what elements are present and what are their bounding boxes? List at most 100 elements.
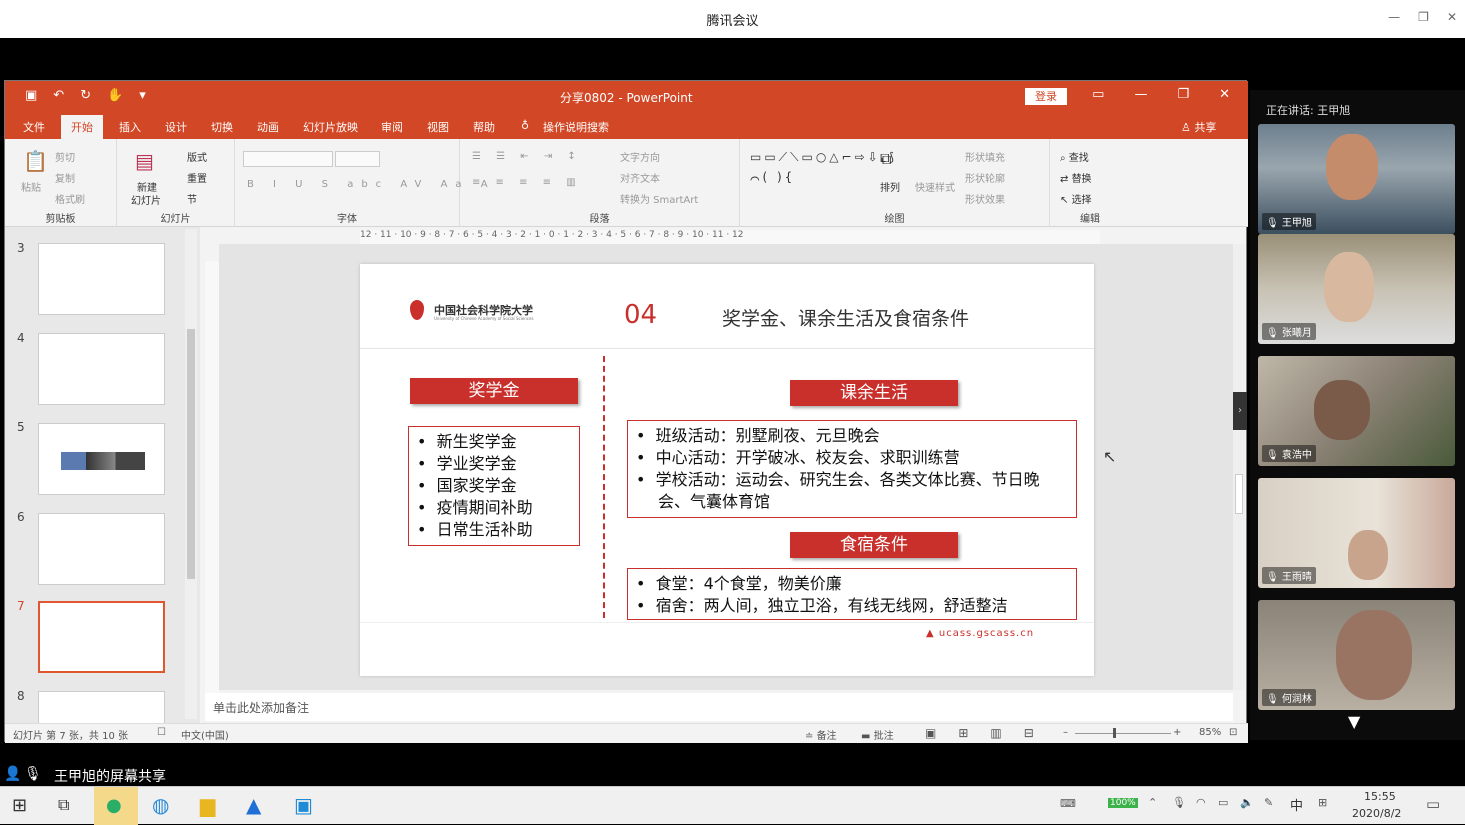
notes-pane[interactable]: 单击此处添加备注 — [205, 693, 1233, 721]
shape-effect-button[interactable]: 形状效果 — [965, 191, 1005, 206]
ppt-restore-icon[interactable]: ❐ — [1177, 87, 1189, 102]
scrollbar-thumb[interactable] — [187, 329, 195, 579]
slide-thumbnail-4[interactable] — [38, 333, 165, 405]
windows-start-icon[interactable]: ⊞ — [12, 795, 27, 816]
cut-button[interactable]: 剪切 — [55, 149, 75, 164]
tell-me-search[interactable]: 操作说明搜索 — [543, 119, 609, 135]
font-size-select[interactable] — [335, 151, 380, 167]
section-button[interactable]: 节 — [187, 191, 197, 206]
comments-toggle[interactable]: ▬ 批注 — [861, 727, 894, 742]
select-button[interactable]: ↖ 选择 — [1060, 191, 1092, 206]
list-buttons[interactable]: ☰ ☰ ⇤ ⇥ ↕ — [472, 151, 582, 162]
login-button[interactable]: 登录 — [1025, 88, 1067, 105]
wifi-icon[interactable]: ◠ — [1196, 796, 1206, 809]
accessibility-icon[interactable]: ☐ — [157, 727, 166, 738]
language-status[interactable]: 中文(中国) — [181, 727, 229, 742]
slide-thumbnail-5[interactable] — [38, 423, 165, 495]
task-view-icon[interactable]: ⧉ — [58, 795, 69, 815]
tab-insert[interactable]: 插入 — [119, 119, 141, 135]
text-direction-button[interactable]: 文字方向 — [620, 149, 660, 164]
view-buttons[interactable]: ▣⊞▥⊟ — [925, 726, 1056, 740]
slide-scrollbar[interactable] — [1233, 244, 1245, 690]
volume-icon[interactable]: 🔈 — [1240, 796, 1254, 809]
close-icon[interactable]: ✕ — [1447, 10, 1457, 24]
copy-button[interactable]: 复制 — [55, 170, 75, 185]
word-app-icon[interactable]: ▣ — [294, 793, 313, 817]
new-slide-icon[interactable]: ▤ — [135, 149, 154, 173]
browser-icon[interactable]: ◍ — [152, 793, 169, 817]
slide-thumbnail-8[interactable] — [38, 691, 165, 723]
replace-button[interactable]: ⇄ 替换 — [1060, 170, 1092, 185]
font-name-select[interactable] — [243, 151, 333, 167]
align-buttons[interactable]: ≡ ≡ ≡ ≡ ▥ — [472, 177, 582, 188]
shapes-gallery[interactable]: ▭▭⟋⟍▭○△⌐⇨⇩⌞⟆⌒( ){ — [750, 147, 894, 187]
slide-thumbnails-pane[interactable]: 3 4 5 6 7 8 — [5, 227, 200, 723]
find-button[interactable]: ⌕ 查找 — [1060, 149, 1089, 164]
paste-icon[interactable]: 📋 — [23, 149, 48, 173]
font-format-buttons[interactable]: B I U S abc AV Aa A — [247, 179, 496, 190]
wechat-app[interactable]: ● — [94, 787, 138, 825]
clock-date[interactable]: 2020/8/2 — [1352, 807, 1401, 820]
save-icon[interactable]: ▣ — [25, 88, 37, 103]
zoom-level[interactable]: 85% — [1199, 727, 1221, 738]
zoom-slider-thumb[interactable] — [1113, 728, 1116, 738]
video-tile[interactable]: 🎙 张曦月 — [1258, 234, 1455, 344]
tab-help[interactable]: 帮助 — [473, 119, 495, 135]
fit-window-icon[interactable]: ⊡ — [1229, 727, 1237, 738]
zoom-in-button[interactable]: + — [1173, 727, 1181, 738]
ppt-close-icon[interactable]: ✕ — [1219, 87, 1230, 102]
smartart-button[interactable]: 转换为 SmartArt — [620, 191, 698, 206]
collapse-panel-button[interactable]: › — [1233, 392, 1247, 430]
keyboard-icon[interactable]: ⌨ — [1060, 797, 1076, 810]
undo-icon[interactable]: ↶ — [53, 88, 64, 103]
layout-button[interactable]: 版式 — [187, 149, 207, 164]
tab-animations[interactable]: 动画 — [257, 119, 279, 135]
new-slide-label2[interactable]: 幻灯片 — [131, 192, 161, 207]
format-painter-button[interactable]: 格式刷 — [55, 191, 85, 206]
arrange-icon[interactable]: ⧉ — [880, 149, 891, 169]
slide-thumbnail-6[interactable] — [38, 513, 165, 585]
align-text-button[interactable]: 对齐文本 — [620, 170, 660, 185]
reset-button[interactable]: 重置 — [187, 170, 207, 185]
video-tile[interactable]: 🎙 王雨晴 — [1258, 478, 1455, 588]
tab-file[interactable]: 文件 — [23, 119, 45, 135]
clock-time[interactable]: 15:55 — [1364, 790, 1396, 803]
shape-fill-button[interactable]: 形状填充 — [965, 149, 1005, 164]
video-tile[interactable]: 🎙 王甲旭 — [1258, 124, 1455, 234]
battery-icon[interactable]: ▭ — [1218, 796, 1228, 809]
ime-indicator[interactable]: 中 — [1290, 795, 1303, 814]
restore-icon[interactable]: ❐ — [1418, 10, 1429, 24]
ppt-minimize-icon[interactable]: — — [1134, 87, 1147, 102]
thumbs-scrollbar[interactable] — [185, 229, 197, 719]
scrollbar-thumb[interactable] — [1235, 474, 1243, 514]
file-explorer-icon[interactable]: ▆ — [200, 793, 215, 817]
slide-thumbnail-3[interactable] — [38, 243, 165, 315]
video-tile[interactable]: 🎙 袁浩中 — [1258, 356, 1455, 466]
touch-mode-icon[interactable]: ✋ — [107, 88, 123, 103]
mic-tray-icon[interactable]: 🎙 — [1172, 796, 1186, 809]
ime-mode-icon[interactable]: ⊞ — [1318, 796, 1327, 809]
tab-slideshow[interactable]: 幻灯片放映 — [303, 119, 358, 135]
battery-badge[interactable]: 100% — [1108, 798, 1138, 808]
notes-toggle[interactable]: ≐ 备注 — [805, 727, 837, 742]
slide-canvas[interactable]: 中国社会科学院大学 University of Chinese Academy … — [360, 264, 1094, 676]
zoom-slider[interactable] — [1075, 733, 1171, 734]
tab-review[interactable]: 审阅 — [381, 119, 403, 135]
minimize-icon[interactable]: — — [1388, 10, 1400, 24]
tab-design[interactable]: 设计 — [165, 119, 187, 135]
zoom-out-button[interactable]: – — [1063, 727, 1068, 738]
paste-button[interactable]: 粘贴 — [21, 179, 41, 194]
tencent-meeting-icon[interactable]: ▲ — [246, 793, 261, 817]
notification-icon[interactable]: ▭ — [1426, 795, 1440, 813]
tab-view[interactable]: 视图 — [427, 119, 449, 135]
tab-home[interactable]: 开始 — [61, 115, 103, 139]
arrange-button[interactable]: 排列 — [880, 179, 900, 194]
quick-styles-button[interactable]: 快速样式 — [915, 179, 955, 194]
pen-icon[interactable]: ✎ — [1264, 796, 1273, 809]
redo-icon[interactable]: ↻ — [80, 88, 91, 103]
video-tile[interactable]: 🎙 何润林 — [1258, 600, 1455, 710]
share-button[interactable]: ♙ 共享 — [1181, 119, 1216, 135]
slide-thumbnail-7[interactable] — [38, 601, 165, 673]
tray-expand-icon[interactable]: ⌃ — [1148, 796, 1157, 809]
ribbon-display-icon[interactable]: ▭ — [1092, 87, 1104, 102]
